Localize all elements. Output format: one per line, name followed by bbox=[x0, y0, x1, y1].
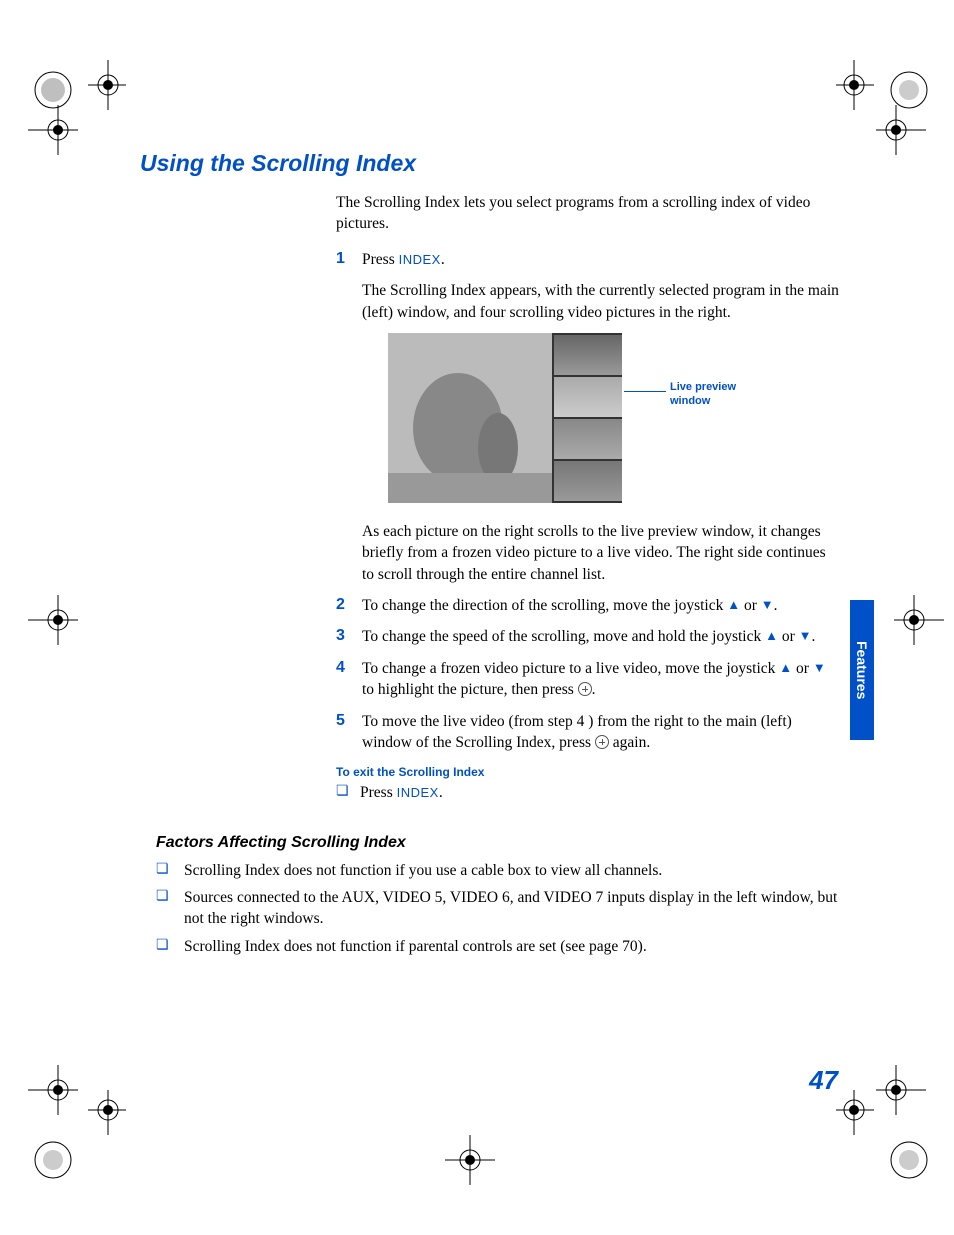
page-body: Using the Scrolling Index The Scrolling … bbox=[140, 150, 840, 963]
scrolling-index-figure: Live previewwindow bbox=[388, 333, 840, 503]
step-number: 1 bbox=[336, 249, 362, 585]
arrow-up-icon: ▲ bbox=[779, 660, 792, 675]
callout-label: Live previewwindow bbox=[670, 381, 736, 409]
factor-text: Sources connected to the AUX, VIDEO 5, V… bbox=[184, 887, 840, 930]
step-4-text: To change a frozen video picture to a li… bbox=[362, 658, 840, 701]
figure-main-window bbox=[388, 333, 552, 503]
factor-text: Scrolling Index does not function if par… bbox=[184, 936, 647, 957]
exit-subheading: To exit the Scrolling Index bbox=[336, 765, 840, 779]
figure-thumb-4 bbox=[554, 461, 622, 501]
step-3: 3 To change the speed of the scrolling, … bbox=[336, 626, 840, 647]
step-number: 3 bbox=[336, 626, 362, 647]
section-heading: Using the Scrolling Index bbox=[140, 150, 840, 177]
step-number: 4 bbox=[336, 658, 362, 701]
factor-text: Scrolling Index does not function if you… bbox=[184, 860, 662, 881]
step-1-line-3: As each picture on the right scrolls to … bbox=[362, 521, 840, 585]
step-4: 4 To change a frozen video picture to a … bbox=[336, 658, 840, 701]
figure-thumb-1 bbox=[554, 335, 622, 375]
figure-thumb-2-live bbox=[554, 377, 622, 417]
page-number: 47 bbox=[809, 1065, 838, 1096]
crop-mark-br2 bbox=[866, 1060, 926, 1120]
factors-heading: Factors Affecting Scrolling Index bbox=[156, 834, 840, 852]
callout-leader-line bbox=[624, 391, 666, 392]
crop-mark-mr bbox=[884, 590, 944, 650]
factor-item: ❏ Scrolling Index does not function if p… bbox=[156, 936, 840, 957]
step-5: 5 To move the live video (from step 4 ) … bbox=[336, 711, 840, 754]
select-button-icon bbox=[595, 735, 609, 749]
section-tab: Features bbox=[850, 600, 874, 740]
bullet-icon: ❏ bbox=[156, 887, 184, 930]
arrow-up-icon: ▲ bbox=[727, 597, 740, 612]
step-2-text: To change the direction of the scrolling… bbox=[362, 595, 778, 616]
intro-text: The Scrolling Index lets you select prog… bbox=[336, 193, 840, 235]
crop-mark-bl2 bbox=[28, 1060, 88, 1120]
crop-mark-bc bbox=[440, 1130, 500, 1190]
step-number: 5 bbox=[336, 711, 362, 754]
index-keyword: INDEX bbox=[397, 785, 439, 800]
step-number: 2 bbox=[336, 595, 362, 616]
step-1-line-1: Press INDEX. bbox=[362, 249, 840, 270]
arrow-down-icon: ▼ bbox=[813, 660, 826, 675]
crop-mark-ml bbox=[28, 590, 88, 650]
factor-item: ❏ Scrolling Index does not function if y… bbox=[156, 860, 840, 881]
step-5-text: To move the live video (from step 4 ) fr… bbox=[362, 711, 840, 754]
figure-thumb-3 bbox=[554, 419, 622, 459]
bullet-icon: ❏ bbox=[336, 782, 360, 803]
index-keyword: INDEX bbox=[399, 252, 441, 267]
arrow-up-icon: ▲ bbox=[765, 628, 778, 643]
bullet-icon: ❏ bbox=[156, 936, 184, 957]
bullet-icon: ❏ bbox=[156, 860, 184, 881]
crop-mark-tr2 bbox=[866, 100, 926, 160]
select-button-icon bbox=[578, 682, 592, 696]
arrow-down-icon: ▼ bbox=[761, 597, 774, 612]
crop-mark-tl2 bbox=[28, 100, 88, 160]
step-3-text: To change the speed of the scrolling, mo… bbox=[362, 626, 815, 647]
step-2: 2 To change the direction of the scrolli… bbox=[336, 595, 840, 616]
arrow-down-icon: ▼ bbox=[799, 628, 812, 643]
step-1: 1 Press INDEX. The Scrolling Index appea… bbox=[336, 249, 840, 585]
exit-instruction: ❏ Press INDEX. bbox=[336, 782, 840, 803]
step-1-line-2: The Scrolling Index appears, with the cu… bbox=[362, 280, 840, 323]
factor-item: ❏ Sources connected to the AUX, VIDEO 5,… bbox=[156, 887, 840, 930]
